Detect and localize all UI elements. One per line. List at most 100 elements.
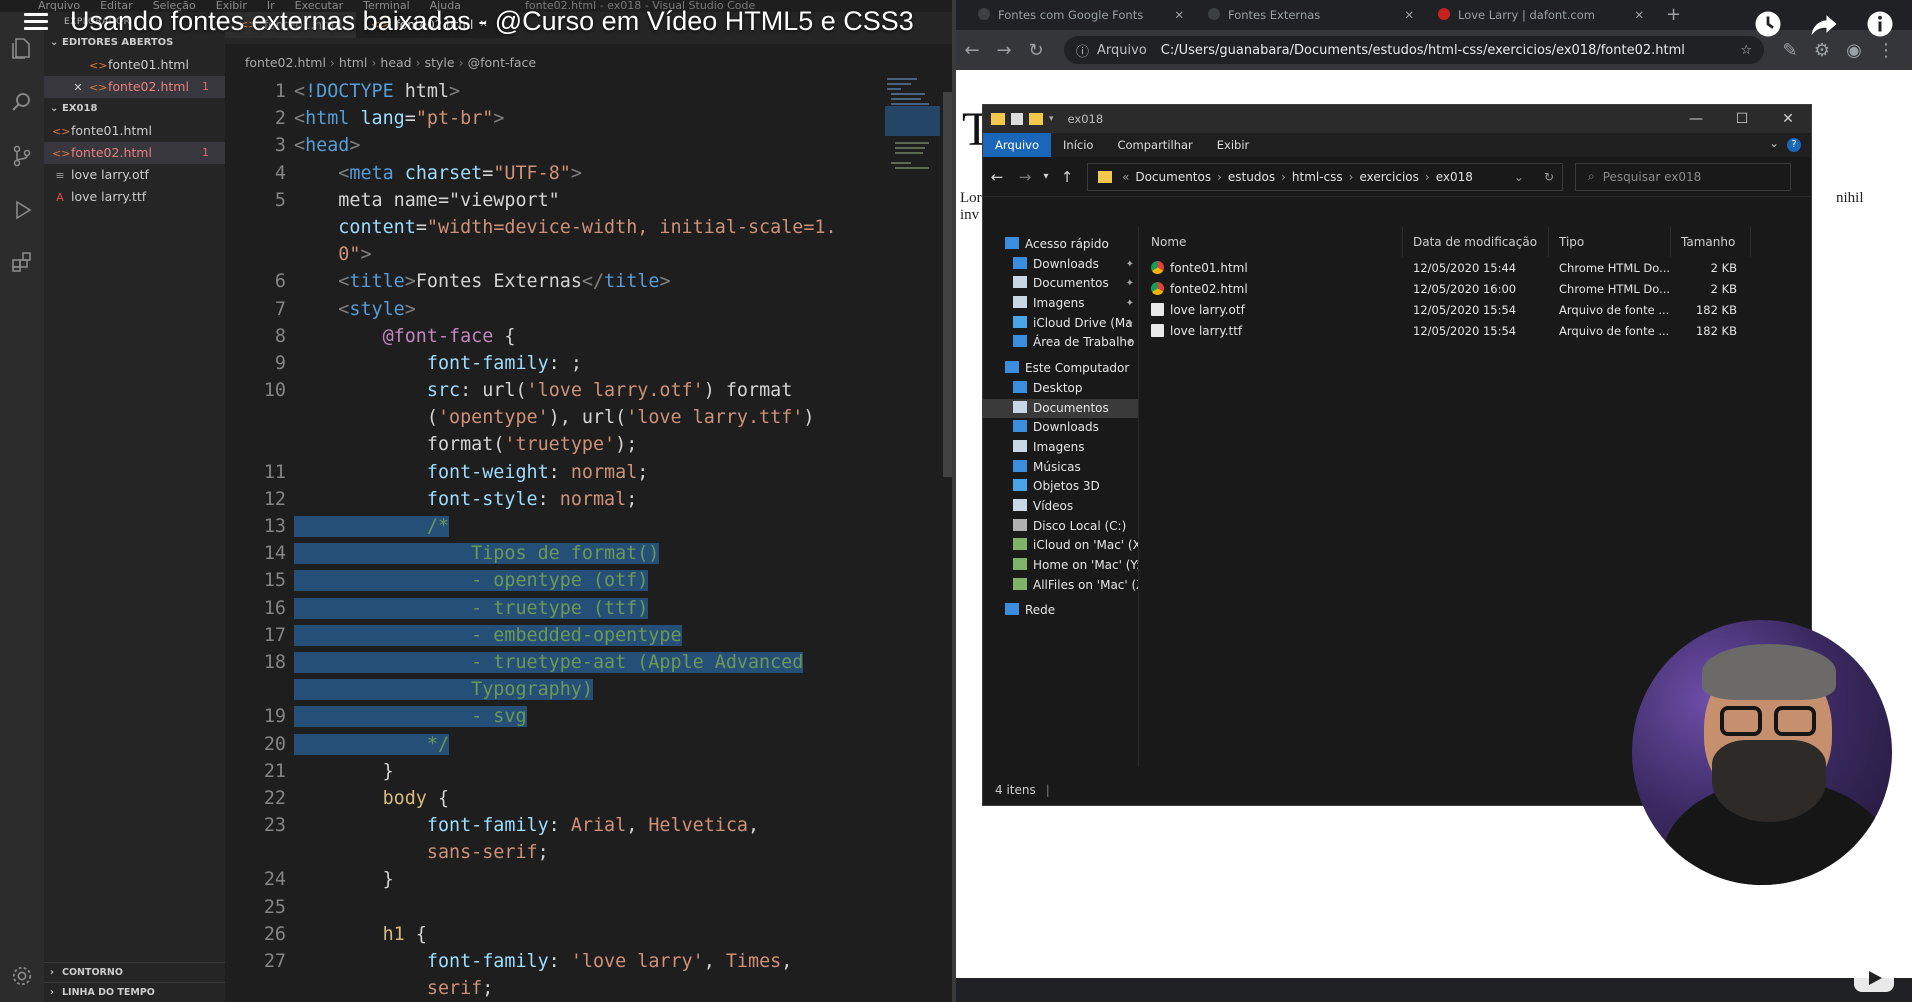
- browser-tab[interactable]: Fontes Externas ✕: [1196, 0, 1426, 30]
- code-line[interactable]: 17 - embedded-opentype: [225, 622, 952, 649]
- minimize-button[interactable]: —: [1673, 105, 1719, 133]
- code-line[interactable]: 0">: [225, 241, 952, 268]
- file-item[interactable]: <>fonte02.html 1: [44, 142, 225, 164]
- code-line[interactable]: 2 <html lang="pt-br">: [225, 105, 952, 132]
- code-line[interactable]: 18 - truetype-aat (Apple Advanced: [225, 649, 952, 676]
- breadcrumb-item[interactable]: head: [380, 55, 411, 70]
- code-line[interactable]: 20 */: [225, 731, 952, 758]
- editor-scrollbar[interactable]: [943, 92, 952, 477]
- file-row[interactable]: fonte01.html 12/05/2020 15:44 Chrome HTML …: [1141, 257, 1811, 278]
- column-header[interactable]: Tamanho: [1671, 227, 1751, 257]
- code-line[interactable]: 26 h1 {: [225, 921, 952, 948]
- code-line[interactable]: 7 <style>: [225, 296, 952, 323]
- minimap[interactable]: [885, 76, 940, 186]
- nav-item[interactable]: Desktop: [983, 379, 1138, 399]
- code-line[interactable]: 8 @font-face {: [225, 323, 952, 350]
- forward-icon[interactable]: →: [988, 40, 1020, 61]
- help-icon[interactable]: ?: [1787, 138, 1801, 152]
- nav-item[interactable]: Músicas: [983, 458, 1138, 478]
- code-line[interactable]: 10 src: url('love larry.otf') format: [225, 377, 952, 404]
- ribbon-tab[interactable]: Compartilhar: [1105, 133, 1204, 157]
- code-line[interactable]: 12 font-style: normal;: [225, 486, 952, 513]
- pin-icon[interactable]: ✦: [1126, 333, 1134, 353]
- path-overflow-icon[interactable]: «: [1122, 170, 1129, 184]
- code-line[interactable]: format('truetype');: [225, 431, 952, 458]
- code-line[interactable]: 16 - truetype (ttf): [225, 595, 952, 622]
- nav-item[interactable]: Downloads ✦: [983, 255, 1138, 275]
- info-circle-icon[interactable]: [1864, 8, 1896, 40]
- column-header[interactable]: Nome: [1141, 227, 1403, 257]
- menu-hamburger-icon[interactable]: [24, 9, 48, 34]
- breadcrumb-item[interactable]: fonte02.html: [245, 55, 326, 70]
- close-tab-icon[interactable]: ✕: [1634, 0, 1644, 30]
- pin-icon[interactable]: ✦: [1126, 294, 1134, 314]
- column-header[interactable]: Data de modificação: [1403, 227, 1549, 257]
- code-area[interactable]: 1 <!DOCTYPE html> 2 <html lang="pt-br"> 3 <he…: [225, 78, 952, 1002]
- nav-item[interactable]: Downloads: [983, 418, 1138, 438]
- file-row[interactable]: fonte02.html 12/05/2020 16:00 Chrome HTML …: [1141, 278, 1811, 299]
- up-arrow-icon[interactable]: ↑: [1053, 168, 1081, 186]
- forward-arrow-icon[interactable]: →: [1011, 168, 1039, 186]
- browser-tab[interactable]: Love Larry | dafont.com ✕: [1426, 0, 1656, 30]
- profile-icon[interactable]: ◉: [1838, 40, 1870, 61]
- ribbon-tab[interactable]: Início: [1051, 133, 1105, 157]
- file-row[interactable]: love larry.ttf 12/05/2020 15:54 Arquivo de…: [1141, 320, 1811, 341]
- code-line[interactable]: content="width=device-width, initial-sca…: [225, 214, 952, 241]
- code-line[interactable]: serif;: [225, 975, 952, 1002]
- ribbon-expand-icon[interactable]: ⌄: [1769, 133, 1779, 157]
- nav-item[interactable]: iCloud on 'Mac' (X:): [983, 536, 1138, 556]
- explorer-search-input[interactable]: ⌕ Pesquisar ex018: [1575, 162, 1791, 191]
- code-line[interactable]: 13 /*: [225, 513, 952, 540]
- code-line[interactable]: 24 }: [225, 866, 952, 893]
- nav-item[interactable]: Documentos ✦: [983, 274, 1138, 294]
- code-line[interactable]: sans-serif;: [225, 839, 952, 866]
- breadcrumb-item[interactable]: html: [339, 55, 367, 70]
- code-line[interactable]: 5 meta name="viewport": [225, 187, 952, 214]
- nav-item[interactable]: Imagens: [983, 438, 1138, 458]
- file-item[interactable]: ≡ love larry.otf: [44, 164, 225, 186]
- file-row[interactable]: love larry.otf 12/05/2020 15:54 Arquivo de…: [1141, 299, 1811, 320]
- code-line[interactable]: 6 <title>Fontes Externas</title>: [225, 268, 952, 295]
- sidebar-section-0[interactable]: › CONTORNO: [44, 962, 225, 982]
- files-icon[interactable]: [8, 34, 36, 62]
- source-control-icon[interactable]: [8, 142, 36, 170]
- sidebar-section-1[interactable]: › LINHA DO TEMPO: [44, 982, 225, 1002]
- code-line[interactable]: ('opentype'), url('love larry.ttf'): [225, 404, 952, 431]
- extensions-icon[interactable]: [8, 248, 36, 276]
- nav-item[interactable]: Vídeos: [983, 497, 1138, 517]
- bookmark-star-icon[interactable]: ☆: [1740, 43, 1752, 58]
- file-item[interactable]: <>fonte01.html: [44, 120, 225, 142]
- open-editor-item[interactable]: <>fonte01.html: [44, 54, 225, 76]
- nav-item[interactable]: Documentos: [983, 398, 1138, 419]
- recent-dropdown-icon[interactable]: ▾: [1039, 171, 1053, 182]
- breadcrumb-item[interactable]: style: [425, 55, 455, 70]
- code-line[interactable]: 11 font-weight: normal;: [225, 459, 952, 486]
- info-icon[interactable]: ⓘ: [1076, 41, 1089, 60]
- code-line[interactable]: 19 - svg: [225, 703, 952, 730]
- new-tab-icon[interactable]: +: [1656, 0, 1681, 30]
- close-tab-icon[interactable]: ✕: [1174, 0, 1184, 30]
- path-segment[interactable]: html-css: [1292, 170, 1343, 184]
- close-tab-icon[interactable]: ✕: [1404, 0, 1414, 30]
- code-line[interactable]: 14 Tipos de format(): [225, 540, 952, 567]
- nav-item[interactable]: Imagens ✦: [983, 294, 1138, 314]
- pin-icon[interactable]: ✦: [1126, 255, 1134, 275]
- watch-later-clock-icon[interactable]: [1752, 8, 1784, 40]
- youtube-logo[interactable]: [1854, 964, 1894, 992]
- nav-item[interactable]: Objetos 3D: [983, 477, 1138, 497]
- share-arrow-icon[interactable]: [1808, 8, 1840, 40]
- code-line[interactable]: 27 font-family: 'love larry', Times,: [225, 948, 952, 975]
- nav-item[interactable]: iCloud Drive (Ma ✦: [983, 314, 1138, 334]
- breadcrumb-item[interactable]: @font-face: [468, 55, 537, 70]
- maximize-button[interactable]: ☐: [1719, 105, 1765, 133]
- settings-gear-icon[interactable]: [8, 962, 36, 990]
- code-line[interactable]: Typography): [225, 676, 952, 703]
- file-item[interactable]: Alove larry.ttf: [44, 186, 225, 208]
- nav-item[interactable]: Home on 'Mac' (Y:): [983, 556, 1138, 576]
- more-menu-icon[interactable]: ⋮: [1870, 40, 1902, 61]
- path-segment[interactable]: estudos: [1228, 170, 1275, 184]
- code-line[interactable]: 4 <meta charset="UTF-8">: [225, 160, 952, 187]
- code-line[interactable]: 22 body {: [225, 785, 952, 812]
- column-header[interactable]: Tipo: [1549, 227, 1671, 257]
- extension-gear-icon[interactable]: ⚙: [1806, 40, 1838, 61]
